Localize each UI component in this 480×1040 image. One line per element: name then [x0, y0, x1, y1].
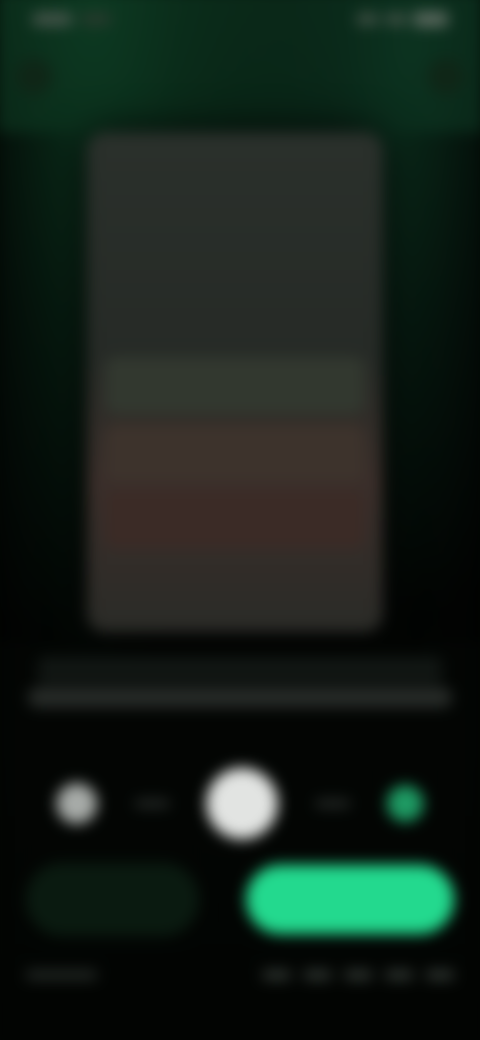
status-time [31, 13, 73, 26]
divider [134, 800, 170, 807]
left-edge-shadow [0, 132, 93, 643]
footer-item [262, 970, 291, 979]
secondary-button[interactable] [25, 862, 200, 937]
footer-right-items [262, 970, 455, 979]
prev-button[interactable] [56, 783, 98, 824]
footer-bar [25, 965, 455, 985]
preview-row [105, 561, 364, 618]
preview-row [105, 285, 364, 342]
action-bar [25, 862, 455, 937]
footer-item [425, 970, 455, 979]
app-screen [0, 0, 480, 1040]
preview-frame[interactable] [87, 132, 383, 633]
status-right [356, 12, 449, 27]
status-bar [31, 4, 449, 35]
timeline-thumbnails [38, 656, 442, 684]
battery-icon [413, 12, 449, 27]
play-button[interactable] [206, 767, 278, 840]
preview-row [105, 356, 365, 414]
next-button[interactable] [386, 785, 424, 822]
divider [314, 800, 350, 807]
preview-row [105, 147, 364, 204]
timeline-scrubber[interactable] [27, 687, 453, 708]
footer-item [303, 970, 332, 979]
primary-button[interactable] [246, 864, 455, 935]
footer-item [344, 970, 373, 979]
playback-controls [56, 763, 424, 845]
status-indicator [80, 14, 112, 25]
wifi-icon [384, 14, 408, 25]
preview-row [105, 216, 364, 273]
right-edge-shadow [382, 132, 480, 643]
preview-row [105, 424, 365, 482]
time-labels [32, 714, 448, 732]
page-title [0, 88, 480, 112]
footer-item [384, 970, 414, 979]
footer-left-text [25, 970, 98, 979]
timeline[interactable] [27, 651, 453, 712]
preview-row [105, 491, 365, 549]
status-left [31, 13, 112, 26]
signal-icon [356, 14, 379, 25]
